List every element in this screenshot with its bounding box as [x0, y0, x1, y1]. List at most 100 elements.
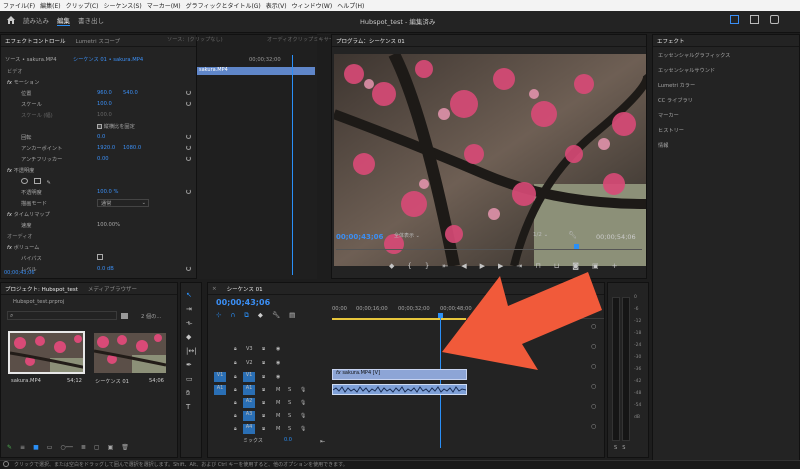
project-search-input[interactable]: ⌕ — [7, 311, 117, 320]
reset-icon[interactable] — [186, 266, 191, 271]
fullscreen-icon[interactable] — [770, 15, 779, 24]
pen-mask-icon[interactable]: ✎ — [46, 180, 50, 186]
flicker-value[interactable]: 0.00 — [97, 156, 109, 162]
add-icon[interactable]: + — [612, 262, 618, 274]
effects-title[interactable]: エフェクト — [657, 37, 685, 45]
bypass-checkbox[interactable] — [97, 254, 103, 260]
solo-button[interactable]: S — [288, 413, 291, 419]
tab-audio-clip-mixer[interactable]: オーディオクリップミキサー： — [267, 36, 339, 43]
resolution-select[interactable]: 1/2 ⌄ — [533, 232, 548, 238]
tab-lumetri-scopes[interactable]: Lumetri スコープ — [76, 37, 121, 45]
track-label-a4[interactable]: A4 — [243, 424, 255, 434]
close-icon[interactable]: × — [212, 286, 217, 292]
trash-icon[interactable]: 🗑︎ — [121, 444, 129, 451]
menu-marker[interactable]: マーカー(M) — [147, 1, 181, 10]
tab-media-browser[interactable]: メディアブラウザー — [88, 285, 137, 293]
ellipse-mask-icon[interactable] — [21, 178, 28, 184]
menu-clip[interactable]: クリップ(C) — [66, 1, 99, 10]
new-item-icon[interactable]: ▣ — [108, 444, 114, 451]
circle-icon[interactable]: ○ — [591, 423, 597, 430]
track-select-tool-icon[interactable]: ⇥ — [186, 305, 192, 313]
share-icon[interactable] — [730, 15, 739, 24]
type-tool-icon[interactable]: T — [186, 403, 190, 411]
track-label-v3[interactable]: V3 — [246, 346, 253, 352]
snap-icon[interactable]: ∩ — [230, 311, 235, 320]
solo-button[interactable]: S — [614, 445, 617, 451]
program-playhead[interactable] — [574, 244, 579, 249]
solo-button[interactable]: S — [622, 445, 625, 451]
selection-tool-icon[interactable]: ↖ — [186, 291, 192, 299]
pen-tool-icon[interactable]: ✒ — [186, 361, 192, 369]
effect-clip[interactable]: sakura.MP4 — [197, 67, 315, 75]
sync-lock-icon[interactable]: ⧈ — [262, 400, 265, 406]
home-icon[interactable] — [6, 15, 16, 25]
uniform-scale-checkbox[interactable]: 縦横比を固定 — [97, 123, 135, 130]
panel-item[interactable]: 情報 — [658, 142, 668, 149]
add-marker-icon[interactable]: ◆ — [258, 311, 263, 320]
reset-icon[interactable] — [186, 156, 191, 161]
tab-edit[interactable]: 編集 — [57, 15, 70, 26]
sync-lock-icon[interactable]: ⧈ — [262, 426, 265, 432]
mic-icon[interactable]: 🎙︎ — [300, 400, 306, 406]
slip-tool-icon[interactable]: |↔| — [186, 347, 197, 355]
tab-import[interactable]: 読み込み — [23, 15, 49, 26]
track-label-a3[interactable]: A3 — [243, 411, 255, 421]
captions-icon[interactable]: ▤ — [289, 311, 295, 320]
tab-source[interactable]: ソース：(クリップなし) — [167, 36, 223, 43]
mute-button[interactable]: M — [276, 413, 280, 419]
tab-project[interactable]: プロジェクト: Hubspot_test — [5, 285, 78, 293]
track-label-a2[interactable]: A2 — [243, 398, 255, 408]
mute-button[interactable]: M — [276, 387, 280, 393]
mix-value[interactable]: 0.0 — [284, 437, 292, 443]
hand-tool-icon[interactable]: ✋︎ — [186, 389, 190, 398]
project-thumbnail[interactable] — [94, 333, 166, 373]
lock-icon[interactable]: 🔒︎ — [234, 346, 237, 352]
panel-item[interactable]: エッセンシャルサウンド — [658, 67, 715, 74]
sync-lock-icon[interactable]: ⧈ — [262, 360, 265, 366]
rectangle-tool-icon[interactable]: ▭ — [186, 375, 193, 383]
lock-icon[interactable]: 🔒︎ — [234, 426, 237, 432]
menu-help[interactable]: ヘルプ(H) — [337, 1, 364, 10]
rotation-value[interactable]: 0.0 — [97, 134, 105, 140]
track-label-v2[interactable]: V2 — [246, 360, 253, 366]
fit-select[interactable]: 全体表示 ⌄ — [394, 232, 438, 240]
lock-icon[interactable]: 🔒︎ — [234, 413, 237, 419]
sync-lock-icon[interactable]: ⧈ — [262, 374, 265, 380]
panel-item[interactable]: マーカー — [658, 112, 679, 119]
anchor-y-value[interactable]: 1080.0 — [123, 145, 141, 151]
position-y-value[interactable]: 540.0 — [123, 90, 138, 96]
sequence-label[interactable]: シーケンス 01 • sakura.MP4 — [73, 56, 143, 63]
fx-motion[interactable]: fx モーション — [7, 79, 39, 86]
menu-view[interactable]: 表示(V) — [266, 1, 287, 10]
freeform-view-icon[interactable]: ▭ — [47, 444, 53, 451]
eye-icon[interactable]: ◉ — [276, 374, 280, 380]
program-timecode[interactable]: 00;00;43;06 — [336, 233, 383, 241]
lock-icon[interactable]: 🔒︎ — [234, 387, 237, 393]
position-x-value[interactable]: 960.0 — [97, 90, 112, 96]
fx-volume[interactable]: fx ボリューム — [7, 244, 39, 251]
program-scrubber[interactable] — [336, 246, 642, 250]
reset-icon[interactable] — [186, 134, 191, 139]
mark-out-icon[interactable]: } — [425, 262, 429, 274]
solo-button[interactable]: S — [288, 426, 291, 432]
icon-view-icon[interactable]: ■ — [33, 444, 39, 451]
timeline-settings-icon[interactable]: 🔧︎ — [272, 311, 280, 320]
solo-button[interactable]: S — [288, 387, 291, 393]
mic-icon[interactable]: 🎙︎ — [300, 426, 306, 432]
mask-tools[interactable]: ✎ — [21, 178, 51, 186]
mute-button[interactable]: M — [276, 426, 280, 432]
tab-export[interactable]: 書き出し — [78, 15, 104, 26]
anchor-x-value[interactable]: 1920.0 — [97, 145, 115, 151]
razor-tool-icon[interactable]: ◆ — [186, 333, 191, 341]
reset-icon[interactable] — [186, 189, 191, 194]
lock-icon[interactable]: 🔒︎ — [234, 374, 237, 380]
ripple-edit-tool-icon[interactable]: ⟛ — [186, 319, 192, 328]
list-view-icon[interactable]: ≡ — [20, 444, 25, 451]
sync-lock-icon[interactable]: ⧈ — [262, 346, 265, 352]
eye-icon[interactable]: ◉ — [276, 346, 280, 352]
project-thumbnail[interactable] — [8, 331, 85, 374]
project-item-name[interactable]: sakura.MP4 — [11, 378, 41, 384]
folder-icon[interactable] — [121, 313, 128, 319]
marker-icon[interactable]: ◆ — [389, 262, 394, 274]
panel-item[interactable]: エッセンシャルグラフィックス — [658, 52, 730, 59]
